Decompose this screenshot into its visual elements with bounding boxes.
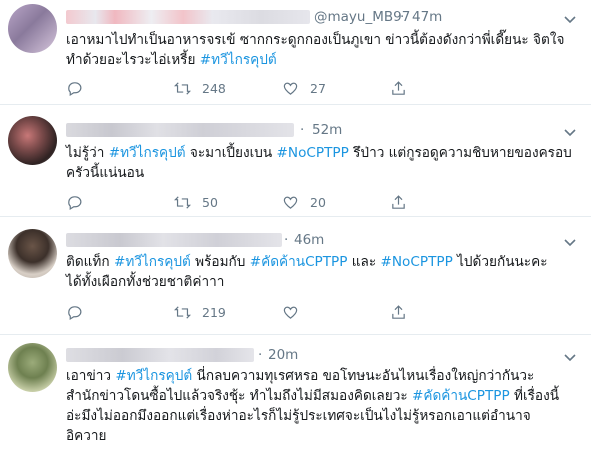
hashtag-link[interactable]: #คัดค้านCPTPP [412, 388, 510, 404]
hashtag-link[interactable]: #คัดค้านCPTPP [250, 254, 348, 270]
tweet-text: ไม่รู้ว่า #ทวีไกรคุปต์ จะมาเปี้ยงเบน #No… [66, 143, 581, 183]
retweet-button[interactable]: 219 [174, 302, 226, 322]
heart-icon [283, 82, 298, 95]
hashtag-link[interactable]: #ทวีไกรคุปต์ [200, 52, 277, 68]
retweet-count: 50 [202, 194, 218, 210]
like-count: 20 [310, 194, 326, 210]
chevron-down-icon[interactable] [563, 125, 577, 139]
hashtag-link[interactable]: #NoCPTPP [277, 145, 349, 161]
avatar[interactable] [8, 116, 57, 165]
reply-icon [68, 195, 82, 210]
tweet-text-line: เอาข่าว #ทวีไกรคุปต์ นี่กลบความทุเรศหรอ … [66, 366, 581, 386]
display-name-blurred[interactable] [66, 233, 282, 247]
share-button[interactable] [390, 192, 407, 212]
text-segment: สำนักข่าวโดนซื้อไปแล้วจริงชุ้ะ ทำไมถึงไม… [66, 388, 412, 404]
like-button[interactable] [282, 302, 310, 322]
hashtag-link[interactable]: #ทวีไกรคุปต์ [109, 145, 186, 161]
separator-dot: · [300, 122, 305, 138]
tweet[interactable]: @mayu_MB97 · 47m เอาหมาไปทำเป็นอาหารจรเข… [0, 0, 591, 105]
text-segment: เอาข่าว [66, 368, 116, 384]
retweet-icon [174, 305, 191, 319]
separator-dot: · [400, 9, 405, 25]
tweet-text-line: สำนักข่าวโดนซื้อไปแล้วจริงชุ้ะ ทำไมถึงไม… [66, 386, 581, 406]
tweet-actions: 248 27 [66, 78, 466, 98]
avatar[interactable] [8, 343, 57, 392]
tweet-text: เอาข่าว #ทวีไกรคุปต์ นี่กลบความทุเรศหรอ … [66, 366, 581, 446]
text-segment: เอาหมาไปทำเป็นอาหารจรเข้ ซากกระดูกกองเป็… [66, 32, 565, 48]
share-icon [392, 80, 405, 95]
retweet-count: 248 [202, 80, 226, 96]
text-segment: ติดแท็ก [66, 254, 114, 270]
timestamp[interactable]: 20m [268, 347, 298, 363]
display-name-blurred[interactable] [66, 123, 294, 137]
heart-icon [283, 196, 298, 209]
share-icon [392, 194, 405, 209]
display-name-blurred[interactable] [66, 348, 254, 362]
tweet-text-line: ติดแท็ก #ทวีไกรคุปต์ พร้อมกับ #คัดค้านCP… [66, 252, 581, 272]
retweet-button[interactable]: 50 [174, 192, 218, 212]
tweet-text-line: ได้ทั้งเผือกทั้งช่วยชาติค่าาา [66, 272, 581, 292]
tweet-text-line: ครัวนี้แน่นอน [66, 163, 581, 183]
reply-icon [68, 81, 82, 96]
reply-button[interactable] [66, 192, 83, 212]
timestamp[interactable]: 47m [412, 9, 442, 25]
text-segment: จะมาเปี้ยงเบน [185, 145, 277, 161]
tweet-text: ติดแท็ก #ทวีไกรคุปต์ พร้อมกับ #คัดค้านCP… [66, 252, 581, 292]
display-name-blurred[interactable] [66, 10, 310, 24]
reply-icon [68, 305, 82, 320]
tweet-actions: 219 [66, 302, 466, 322]
text-segment: ไปด้วยกันนะคะ [452, 254, 548, 270]
text-segment: อิควาย [66, 428, 107, 444]
user-handle[interactable]: @mayu_MB97 [314, 9, 410, 25]
text-segment: ทำด้วยอะไรวะไอ่เหรี้ย [66, 52, 200, 68]
hashtag-link[interactable]: #ทวีไกรคุปต์ [115, 368, 192, 384]
text-segment: ได้ทั้งเผือกทั้งช่วยชาติค่าาา [66, 274, 225, 290]
text-segment: นี่กลบความทุเรศหรอ ขอโทษนะอันไหนเรื่องให… [192, 368, 535, 384]
retweet-icon [174, 81, 191, 95]
like-count: 27 [310, 80, 326, 96]
tweet[interactable]: · 46m ติดแท็ก #ทวีไกรคุปต์ พร้อมกับ #คัด… [0, 216, 591, 335]
text-segment: อ่ะมึงไม่ออกมึงออกแต่เรื่องห่าอะไรก็ไม่ร… [66, 408, 531, 424]
text-segment: รึป่าว แต่กูรอดูความชิบหายของครอบ [348, 145, 572, 161]
tweet[interactable]: · 20m เอาข่าว #ทวีไกรคุปต์ นี่กลบความทุเ… [0, 334, 591, 449]
text-segment: และ [347, 254, 381, 270]
tweet-text-line: เอาหมาไปทำเป็นอาหารจรเข้ ซากกระดูกกองเป็… [66, 30, 581, 50]
heart-icon [283, 306, 298, 319]
tweet[interactable]: · 52m ไม่รู้ว่า #ทวีไกรคุปต์ จะมาเปี้ยงเ… [0, 104, 591, 217]
hashtag-link[interactable]: #NoCPTPP [381, 254, 453, 270]
separator-dot: · [284, 232, 289, 248]
reply-button[interactable] [66, 302, 83, 322]
text-segment: พร้อมกับ [190, 254, 250, 270]
avatar[interactable] [8, 4, 57, 53]
tweet-text-line: ทำด้วยอะไรวะไอ่เหรี้ย #ทวีไกรคุปต์ [66, 50, 581, 70]
share-button[interactable] [390, 302, 407, 322]
tweet-text-line: ไม่รู้ว่า #ทวีไกรคุปต์ จะมาเปี้ยงเบน #No… [66, 143, 581, 163]
reply-button[interactable] [66, 78, 83, 98]
text-segment: ครัวนี้แน่นอน [66, 165, 145, 181]
retweet-count: 219 [202, 304, 226, 320]
chevron-down-icon[interactable] [563, 235, 577, 249]
tweet-text-line: อ่ะมึงไม่ออกมึงออกแต่เรื่องห่าอะไรก็ไม่ร… [66, 406, 581, 426]
avatar[interactable] [8, 229, 57, 278]
text-segment: ที่เรื่องนี้ [509, 388, 560, 404]
share-icon [392, 304, 405, 319]
chevron-down-icon[interactable] [563, 12, 577, 26]
text-segment: ไม่รู้ว่า [66, 145, 109, 161]
tweet-text: เอาหมาไปทำเป็นอาหารจรเข้ ซากกระดูกกองเป็… [66, 30, 581, 70]
retweet-button[interactable]: 248 [174, 78, 226, 98]
separator-dot: · [258, 347, 263, 363]
timestamp[interactable]: 46m [294, 232, 324, 248]
retweet-icon [174, 195, 191, 209]
share-button[interactable] [390, 78, 407, 98]
like-button[interactable]: 27 [282, 78, 326, 98]
like-button[interactable]: 20 [282, 192, 326, 212]
tweet-actions: 50 20 [66, 192, 466, 212]
timestamp[interactable]: 52m [312, 122, 342, 138]
hashtag-link[interactable]: #ทวีไกรคุปต์ [114, 254, 191, 270]
tweet-text-line: อิควาย [66, 426, 581, 446]
chevron-down-icon[interactable] [563, 350, 577, 364]
